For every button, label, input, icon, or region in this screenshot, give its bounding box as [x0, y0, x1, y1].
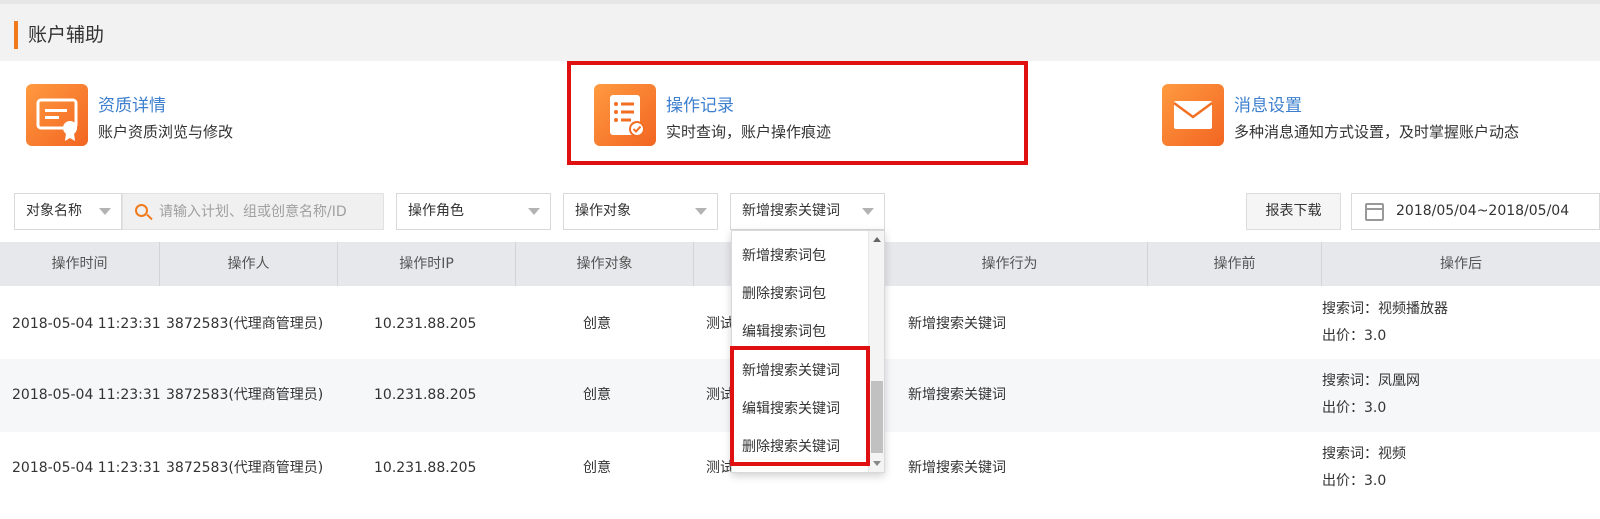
cell-object-name: 测试 — [706, 316, 734, 332]
card-title[interactable]: 资质详情 — [98, 91, 166, 116]
dropdown-option[interactable]: 新增搜索关键词 — [742, 360, 840, 380]
cell-ip: 10.231.88.205 — [374, 460, 477, 476]
document-list-icon — [594, 84, 656, 146]
select-label: 操作对象 — [575, 203, 631, 219]
cell-time: 2018-05-04 11:23:31 — [12, 460, 161, 476]
cell-time: 2018-05-04 11:23:31 — [12, 316, 161, 332]
cell-action: 新增搜索关键词 — [908, 460, 1006, 476]
select-label: 对象名称 — [26, 203, 82, 219]
object-name-select[interactable]: 对象名称 — [14, 193, 122, 230]
chevron-down-icon — [528, 208, 540, 215]
scroll-thumb[interactable] — [871, 381, 883, 453]
action-dropdown-list: 新增搜索词包 删除搜索词包 编辑搜索词包 新增搜索关键词 编辑搜索关键词 删除搜… — [731, 230, 885, 473]
page-title: 账户辅助 — [28, 24, 105, 46]
cell-after-keyword: 搜索词：凤凰网 — [1322, 373, 1420, 389]
cell-operator: 3872583(代理商管理员) — [166, 387, 324, 403]
page-header: 账户辅助 — [0, 0, 1600, 61]
search-icon — [135, 204, 148, 217]
cell-action: 新增搜索关键词 — [908, 387, 1006, 403]
cell-after-keyword: 搜索词：视频播放器 — [1322, 301, 1448, 317]
card-operation-log[interactable]: 操作记录 实时查询，账户操作痕迹 — [594, 80, 854, 160]
scroll-up-icon[interactable] — [873, 237, 881, 242]
card-title[interactable]: 消息设置 — [1234, 91, 1302, 116]
cell-time: 2018-05-04 11:23:31 — [12, 387, 161, 403]
card-description: 实时查询，账户操作痕迹 — [666, 123, 832, 141]
card-description: 账户资质浏览与修改 — [98, 123, 234, 141]
chevron-down-icon — [862, 208, 874, 215]
cell-action: 新增搜索关键词 — [908, 316, 1006, 332]
download-report-button[interactable]: 报表下载 — [1246, 193, 1341, 230]
card-message-settings[interactable]: 消息设置 多种消息通知方式设置，及时掌握账户动态 — [1162, 80, 1582, 160]
column-header[interactable]: 操作人 — [160, 242, 338, 286]
select-label: 操作角色 — [408, 203, 464, 219]
card-title[interactable]: 操作记录 — [666, 91, 734, 116]
chevron-down-icon — [99, 208, 111, 215]
cell-ip: 10.231.88.205 — [374, 387, 477, 403]
column-header[interactable]: 操作时间 — [0, 242, 160, 286]
dropdown-option[interactable]: 编辑搜索词包 — [742, 321, 826, 341]
chevron-down-icon — [695, 208, 707, 215]
cell-object: 创意 — [583, 316, 611, 332]
cell-object-name: 测试 — [706, 460, 734, 476]
calendar-icon — [1365, 203, 1384, 221]
cell-operator: 3872583(代理商管理员) — [166, 460, 324, 476]
certificate-icon — [26, 84, 88, 146]
cell-object: 创意 — [583, 387, 611, 403]
column-header[interactable]: 操作后 — [1322, 242, 1600, 286]
column-header[interactable]: 操作行为 — [872, 242, 1148, 286]
dropdown-option[interactable]: 删除搜索关键词 — [742, 436, 840, 456]
cell-after-bid: 出价：3.0 — [1322, 400, 1387, 416]
role-select[interactable]: 操作角色 — [396, 193, 551, 230]
cell-object: 创意 — [583, 460, 611, 476]
envelope-icon — [1162, 84, 1224, 146]
date-range-picker[interactable]: 2018/05/04~2018/05/04 — [1351, 193, 1600, 230]
cell-ip: 10.231.88.205 — [374, 316, 477, 332]
dropdown-scrollbar[interactable] — [868, 231, 884, 472]
target-select[interactable]: 操作对象 — [563, 193, 718, 230]
cell-after-keyword: 搜索词：视频 — [1322, 446, 1406, 462]
header-accent-bar — [14, 21, 18, 49]
dropdown-option[interactable]: 删除搜索词包 — [742, 283, 826, 303]
column-header[interactable]: 操作前 — [1148, 242, 1322, 286]
cell-operator: 3872583(代理商管理员) — [166, 316, 324, 332]
scroll-down-icon[interactable] — [873, 461, 881, 466]
dropdown-option[interactable]: 编辑搜索关键词 — [742, 398, 840, 418]
cell-after-bid: 出价：3.0 — [1322, 473, 1387, 489]
date-range-value: 2018/05/04~2018/05/04 — [1396, 203, 1570, 219]
search-box[interactable] — [122, 193, 384, 230]
card-description: 多种消息通知方式设置，及时掌握账户动态 — [1234, 123, 1520, 141]
cell-after-bid: 出价：3.0 — [1322, 328, 1387, 344]
column-header[interactable]: 操作时IP — [338, 242, 516, 286]
search-input[interactable] — [157, 194, 377, 229]
select-label: 新增搜索关键词 — [742, 203, 840, 219]
dropdown-option[interactable]: 新增搜索词包 — [742, 245, 826, 265]
card-qualification[interactable]: 资质详情 账户资质浏览与修改 — [26, 80, 286, 160]
column-header[interactable]: 操作对象 — [516, 242, 694, 286]
cell-object-name: 测试 — [706, 387, 734, 403]
action-select[interactable]: 新增搜索关键词 — [730, 193, 885, 230]
